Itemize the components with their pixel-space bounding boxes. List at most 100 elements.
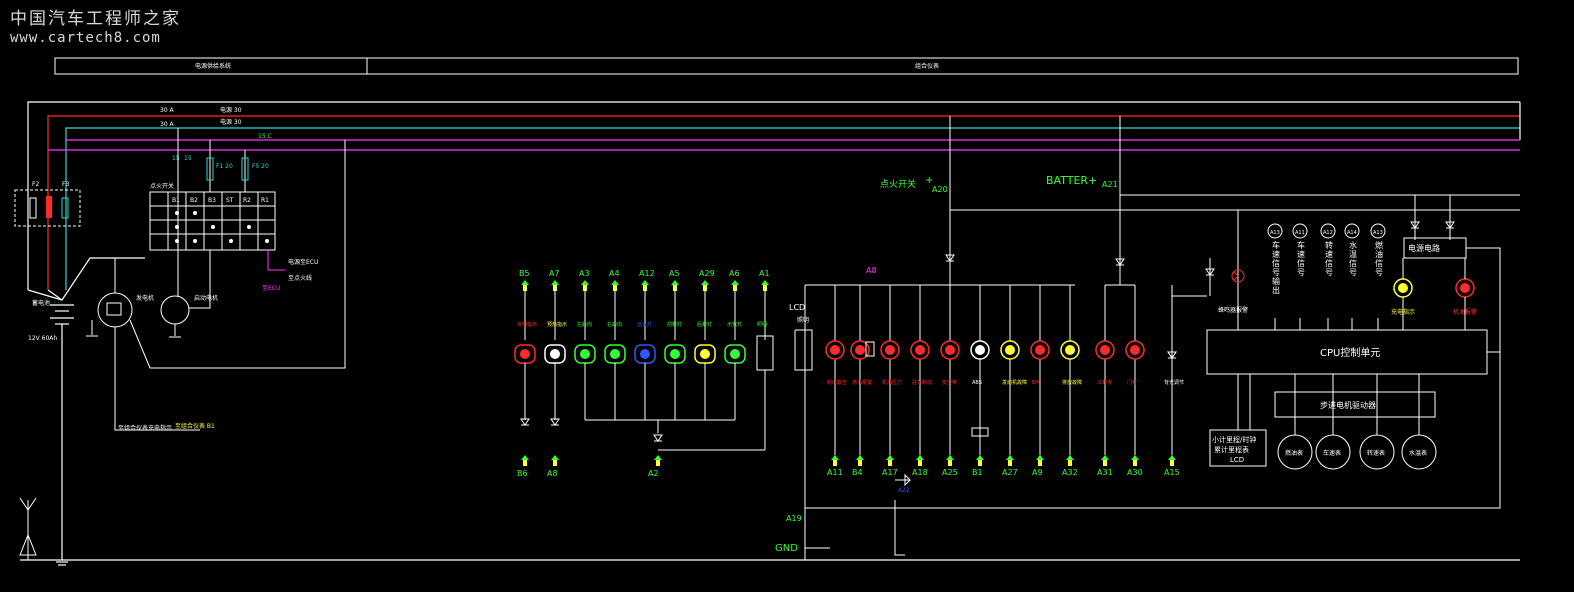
warning-label-4: 安全带 bbox=[942, 379, 957, 386]
bus-label-1: 30 A bbox=[160, 107, 175, 114]
svg-text:号: 号 bbox=[1272, 268, 1280, 277]
signal-label-1: 车速信号 bbox=[1297, 240, 1305, 277]
warning-lamp-9 bbox=[1095, 340, 1115, 360]
svg-text:号: 号 bbox=[1325, 268, 1333, 277]
signal-label-2: 转速信号 bbox=[1325, 240, 1333, 277]
to-meter-label-1: 至组合仪表充电指示 bbox=[118, 424, 172, 432]
gauge-label-3: 水温表 bbox=[1409, 449, 1427, 457]
lamp-label-4: 远光灯 bbox=[637, 321, 652, 328]
warning-label-5: ABS bbox=[972, 380, 982, 386]
ign-label-2: 15 bbox=[184, 155, 192, 162]
ign-col-b2: B2 bbox=[190, 197, 198, 204]
lamp-label-0: 充电指示 bbox=[517, 321, 537, 328]
pin-a3: A3 bbox=[579, 269, 590, 278]
signal-input-1: A11 bbox=[1292, 223, 1308, 239]
signal-input-3: A14 bbox=[1344, 223, 1360, 239]
lcd-box-line1: 小计里程/时钟 bbox=[1212, 435, 1256, 444]
fuse-label-f2: F2 bbox=[32, 181, 39, 188]
warning-label-11: 背光调节 bbox=[1164, 379, 1184, 386]
lcd-lamp-box bbox=[794, 329, 813, 371]
lamp-lcd-light bbox=[756, 335, 774, 371]
alternator-symbol bbox=[86, 140, 346, 431]
warning-label-3: 驻车制动 bbox=[912, 379, 932, 386]
svg-text:速: 速 bbox=[1297, 250, 1305, 259]
gauge-1: 车速表 bbox=[1315, 434, 1351, 470]
svg-text:信: 信 bbox=[1325, 258, 1333, 268]
gauge-3: 水温表 bbox=[1401, 434, 1437, 470]
gauge-0: 燃油表 bbox=[1277, 434, 1313, 470]
warning-label-0: 制动警告 bbox=[827, 379, 847, 386]
connector-a5 bbox=[671, 280, 679, 291]
lamp-label-5: 前雾灯 bbox=[667, 321, 682, 328]
svg-text:信: 信 bbox=[1297, 258, 1305, 268]
ign-col-r2: R2 bbox=[243, 197, 251, 204]
warning-lamp-7 bbox=[1030, 340, 1050, 360]
indicator-lamp-2 bbox=[574, 344, 596, 364]
signal-sym-1: A11 bbox=[1295, 230, 1305, 236]
indicator-lamp-5 bbox=[664, 344, 686, 364]
connector-ctrl-3 bbox=[916, 455, 924, 466]
cluster-feeds bbox=[949, 116, 1520, 330]
warning-label-10: 门开 bbox=[1127, 379, 1137, 386]
battery-label: 蓄电池 bbox=[32, 299, 50, 307]
right-lamp-0 bbox=[1393, 278, 1413, 298]
signal-sym-4: A13 bbox=[1373, 230, 1383, 236]
signal-sym-2: A12 bbox=[1323, 230, 1333, 236]
connector-a4 bbox=[611, 280, 619, 291]
pin-a2: A2 bbox=[648, 469, 659, 478]
warning-lamp-8 bbox=[1060, 340, 1080, 360]
gauge-label-0: 燃油表 bbox=[1285, 449, 1303, 457]
pin-a29: A29 bbox=[699, 269, 715, 278]
connector-a12 bbox=[641, 280, 649, 291]
pin-a22: A22 bbox=[898, 487, 910, 494]
ground-bus bbox=[804, 285, 912, 560]
connector-ctrl-0 bbox=[831, 455, 839, 466]
pin-ctrl-a30: A30 bbox=[1127, 468, 1143, 477]
connector-ctrl-8 bbox=[1066, 455, 1074, 466]
battery-spec: 12V 60Ah bbox=[28, 335, 57, 342]
connector-ctrl-1 bbox=[856, 455, 864, 466]
indicator-lamp-3 bbox=[604, 344, 626, 364]
ign-col-r1: R1 bbox=[261, 197, 269, 204]
to-ecu-label: 电源至ECU bbox=[288, 258, 318, 266]
ign-col-b1: B1 bbox=[172, 197, 180, 204]
indicator-lamp-4 bbox=[634, 344, 656, 364]
svg-text:水: 水 bbox=[1349, 240, 1357, 250]
ign-label-5: 15 C bbox=[258, 133, 272, 140]
left-indicator-group: B5 充电指示 A7 预热指示 A3 左转向 A4 右转向 A12 远光灯 A5 前雾灯 A29 后雾灯 A… bbox=[514, 269, 813, 478]
svg-text:号: 号 bbox=[1375, 268, 1383, 277]
lcd-label: LCD bbox=[789, 303, 805, 312]
pin-low-0: B6 bbox=[517, 469, 528, 478]
svg-text:号: 号 bbox=[1297, 268, 1305, 277]
pin-a6: A6 bbox=[729, 269, 740, 278]
pin-ctrl-a9: A9 bbox=[1032, 468, 1043, 477]
pin-a20: A20 bbox=[932, 185, 948, 194]
ign-col-st: ST bbox=[226, 197, 234, 204]
pin-ctrl-a25: A25 bbox=[942, 468, 958, 477]
to-meter-label-2: 至组合仪表 B1 bbox=[175, 422, 215, 430]
lamp-label-8: 照明 bbox=[757, 322, 767, 328]
signal-label-4: 燃油信号 bbox=[1375, 240, 1383, 277]
connector-ctrl-11 bbox=[1168, 455, 1176, 466]
pin-a4: A4 bbox=[609, 269, 620, 278]
warning-label-6: 发动机故障 bbox=[1002, 379, 1027, 386]
signal-sym-3: A14 bbox=[1347, 230, 1357, 236]
cpu-section bbox=[805, 237, 1501, 509]
gauge-label-1: 车速表 bbox=[1323, 449, 1341, 457]
gnd-label: GND bbox=[775, 543, 798, 554]
lcd-box-line3: LCD bbox=[1230, 456, 1244, 464]
connector-b5 bbox=[521, 280, 529, 291]
pin-ctrl-b1: B1 bbox=[972, 468, 983, 477]
pin-a21: A21 bbox=[1102, 180, 1118, 189]
wiring-diagram: 电源供给系统 组合仪表 30 A 30 A 电源 30 电源 30 F2 F3 bbox=[14, 57, 1521, 566]
gauge-2: 转速表 bbox=[1359, 434, 1395, 470]
ecu-lead bbox=[267, 250, 285, 271]
svg-text:车: 车 bbox=[1272, 240, 1280, 250]
pin-ctrl-b4: B4 bbox=[852, 468, 863, 477]
lamp-label-1: 预热指示 bbox=[547, 321, 567, 328]
warning-lamp-3 bbox=[910, 340, 930, 360]
warning-lamp-5 bbox=[970, 340, 990, 360]
stepper-driver-label: 步进电机驱动器 bbox=[1320, 400, 1376, 410]
alternator-label: 发电机 bbox=[136, 294, 154, 302]
svg-text:速: 速 bbox=[1272, 250, 1280, 259]
